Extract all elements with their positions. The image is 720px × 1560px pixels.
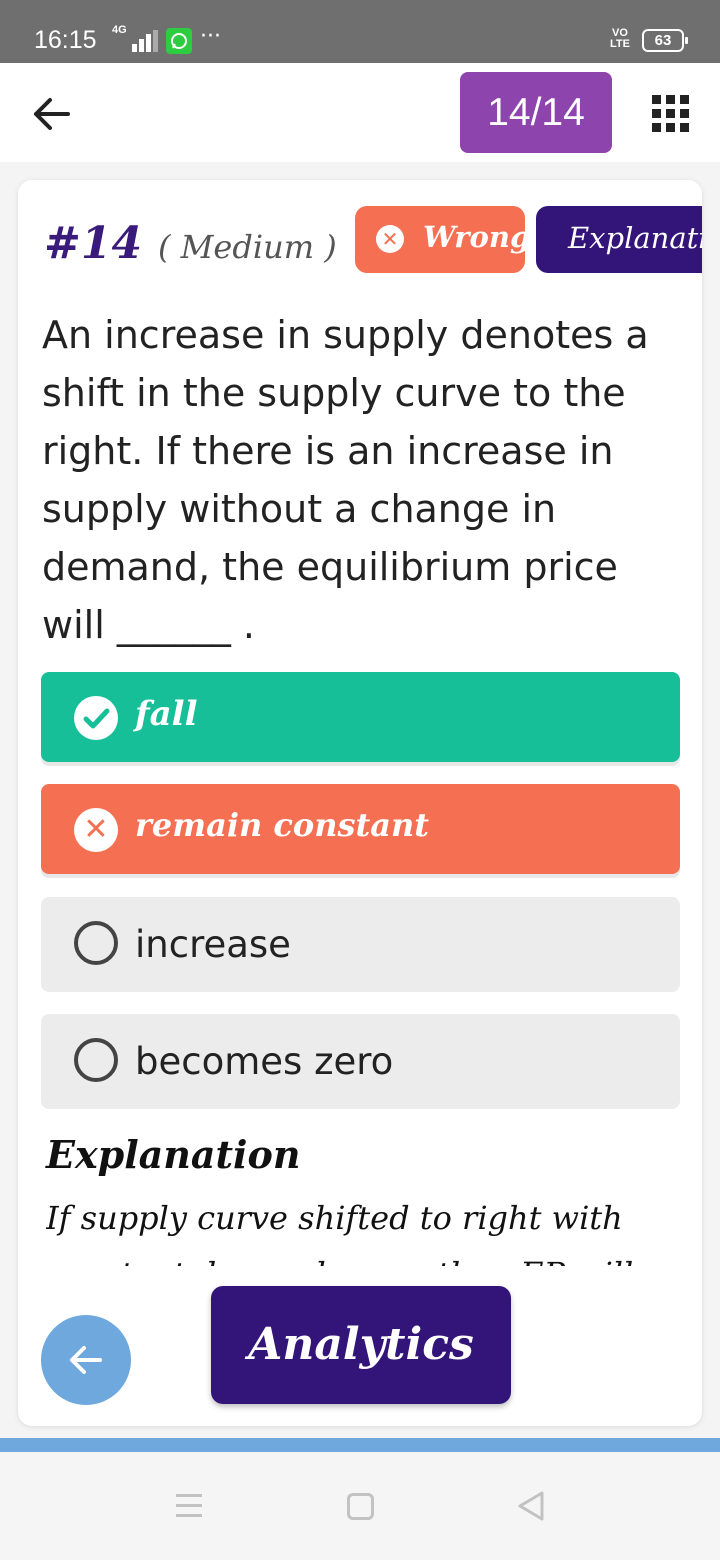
result-label: Wrong [423,220,531,254]
previous-button[interactable] [41,1315,131,1405]
volte-icon: VO LTE [610,27,630,50]
system-nav-bar [0,1452,720,1560]
app-bar: 14/14 [0,63,720,162]
battery-icon: 63 [642,29,688,52]
explanation-body: If supply curve shifted to right with co… [46,1199,633,1266]
option-label: increase [135,923,291,966]
result-badge: ✕ Wrong [355,206,530,273]
difficulty-level: ( Medium ) [158,228,337,266]
analytics-button[interactable]: Analytics [211,1286,511,1404]
question-counter[interactable]: 14/14 [460,72,612,153]
option-increase[interactable]: increase [41,897,680,992]
radio-empty-icon [74,1038,118,1082]
recent-apps-icon[interactable] [176,1494,202,1518]
option-fall[interactable]: fall [41,672,680,762]
bottom-accent-bar [0,1438,720,1452]
signal-icon [124,30,158,52]
status-bar: 16:15 4G ··· VO LTE 63 [0,0,720,63]
explanation-title: Explanation [46,1132,301,1177]
back-arrow-icon[interactable] [30,93,72,135]
question-card: #14 ( Medium ) ✕ Wrong Explanation An in… [18,180,702,1426]
grid-menu-icon[interactable] [652,95,690,133]
home-icon[interactable] [347,1493,374,1520]
option-label: becomes zero [135,1040,394,1083]
nav-back-icon[interactable] [516,1490,546,1522]
question-number: #14 [44,218,143,269]
radio-empty-icon [74,921,118,965]
whatsapp-icon [166,28,192,54]
option-label: fall [135,694,198,734]
explanation-button[interactable]: Explanation [536,206,702,273]
left-arrow-icon [70,1346,102,1374]
option-remain-constant[interactable]: ✕ remain constant [41,784,680,874]
status-time: 16:15 [34,26,97,54]
more-notifications-icon: ··· [200,24,221,49]
option-label: remain constant [135,806,430,844]
x-circle-icon: ✕ [74,808,118,852]
wrong-icon: ✕ [376,225,404,253]
option-becomes-zero[interactable]: becomes zero [41,1014,680,1109]
explanation-button-label: Explanation [568,221,702,255]
check-circle-icon [74,696,118,740]
question-text: An increase in supply denotes a shift in… [42,313,649,647]
